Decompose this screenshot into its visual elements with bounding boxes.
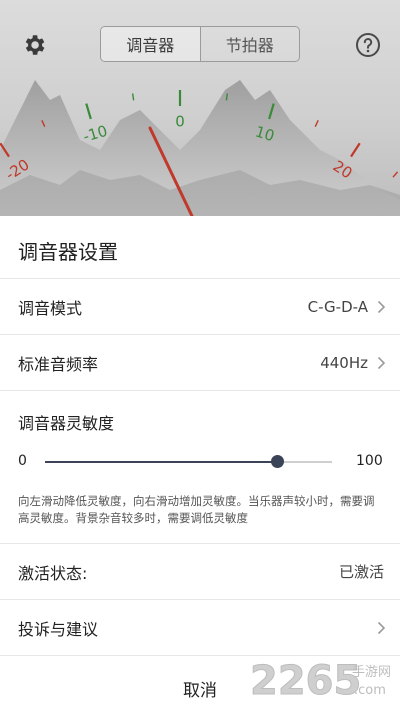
- row-activation: 激活状态: 已激活: [0, 544, 400, 599]
- mode-switcher: 调音器 节拍器: [100, 26, 300, 62]
- chevron-right-icon: [377, 356, 386, 369]
- standard-pitch-value: 440Hz: [320, 353, 368, 372]
- tab-metronome[interactable]: 节拍器: [201, 27, 300, 61]
- sensitivity-title: 调音器灵敏度: [18, 414, 115, 433]
- activation-label: 激活状态:: [18, 563, 88, 583]
- help-circle-icon[interactable]: [355, 32, 381, 58]
- dial-tick: [0, 142, 10, 158]
- row-standard-pitch[interactable]: 标准音频率 440Hz: [0, 335, 400, 390]
- settings-sheet: 调音器设置 调音模式 C-G-D-A 标准音频率 440Hz 调音器灵敏度 0 …: [0, 216, 400, 711]
- dial-tick: [85, 103, 92, 120]
- dial-tick: [350, 142, 361, 158]
- sensitivity-slider[interactable]: [45, 455, 332, 468]
- slider-max-label: 100: [356, 453, 383, 469]
- dial-label: -10: [81, 122, 110, 146]
- watermark-number: 2265: [250, 658, 361, 704]
- gear-icon[interactable]: [21, 32, 47, 58]
- dial-label: 10: [253, 122, 276, 145]
- watermark-brand: 手游网: [352, 665, 391, 680]
- tuning-mode-value: C-G-D-A: [307, 297, 368, 316]
- slider-thumb[interactable]: [271, 455, 285, 468]
- row-feedback[interactable]: 投诉与建议: [0, 600, 400, 655]
- chevron-right-icon: [377, 300, 386, 313]
- dial-tick: [225, 93, 229, 101]
- dial-label: -20: [2, 155, 32, 183]
- tuning-mode-label: 调音模式: [18, 298, 83, 318]
- tuner-background: -20-10010203040 调音器 节拍器: [0, 0, 400, 216]
- sheet-title: 调音器设置: [18, 240, 118, 264]
- sensitivity-description: 向左滑动降低灵敏度，向右滑动增加灵敏度。当乐器声较小时，需要调高灵敏度。背景杂音…: [18, 494, 375, 525]
- feedback-label: 投诉与建议: [18, 619, 99, 639]
- dial-tick: [392, 171, 399, 178]
- watermark-domain: .com: [354, 683, 386, 698]
- dial-tick: [268, 103, 275, 120]
- tuner-needle: [148, 126, 194, 216]
- standard-pitch-label: 标准音频率: [18, 354, 99, 374]
- slider-fill: [45, 461, 278, 463]
- watermark-logo: 2265 手游网 .com: [250, 658, 391, 705]
- divider: [0, 390, 400, 391]
- row-tuning-mode[interactable]: 调音模式 C-G-D-A: [0, 279, 400, 334]
- slider-min-label: 0: [18, 453, 27, 469]
- dial-tick: [131, 93, 135, 101]
- dial-label: 20: [330, 157, 356, 182]
- dial-tick: [41, 120, 46, 127]
- dial-tick: [314, 120, 319, 127]
- dial-label: 0: [175, 113, 185, 131]
- chevron-right-icon: [377, 621, 386, 634]
- tab-tuner[interactable]: 调音器: [101, 27, 201, 61]
- activation-value: 已激活: [338, 563, 384, 581]
